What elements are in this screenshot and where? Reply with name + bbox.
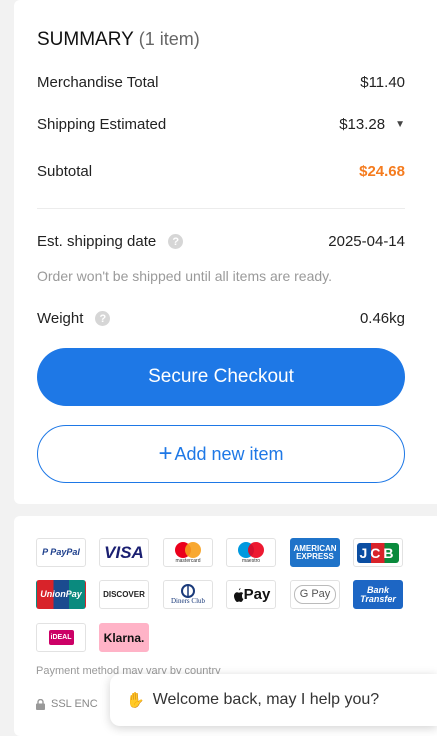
maestro-circles-icon: [238, 542, 264, 558]
maestro-label: maestro: [241, 558, 261, 564]
add-new-item-button[interactable]: + Add new item: [37, 425, 405, 483]
diners-club-icon: [181, 584, 195, 598]
discover-logo: DISCOVER: [99, 580, 149, 609]
jcb-label: JCB: [357, 542, 399, 563]
amex-logo: AMERICAN EXPRESS: [290, 538, 340, 567]
google-pay-label: G Pay: [293, 585, 337, 604]
apple-pay-label: Pay: [243, 586, 271, 603]
weight-row: Weight ? 0.46kg: [37, 310, 405, 327]
shipping-label: Shipping Estimated: [37, 116, 167, 133]
apple-pay-logo: Pay: [226, 580, 276, 609]
help-icon[interactable]: ?: [95, 311, 111, 326]
shipping-value: $13.28: [339, 116, 386, 133]
merchandise-value: $11.40: [360, 74, 405, 91]
weight-label-group: Weight ?: [37, 310, 111, 327]
maestro-logo: maestro: [226, 538, 276, 567]
summary-heading: SUMMARY: [37, 29, 134, 50]
divider: [37, 208, 405, 209]
summary-title: SUMMARY (1 item): [37, 29, 200, 51]
summary-card: SUMMARY (1 item) Merchandise Total $11.40…: [14, 0, 437, 504]
mastercard-circles-icon: [175, 542, 201, 558]
secure-checkout-button[interactable]: Secure Checkout: [37, 348, 405, 406]
plus-icon: +: [158, 440, 173, 467]
shipping-row[interactable]: Shipping Estimated $13.28 ▼: [37, 116, 405, 133]
ideal-logo: iDEAL: [36, 623, 86, 652]
subtotal-value: $24.68: [359, 163, 405, 180]
add-new-item-label: Add new item: [174, 443, 284, 464]
shipping-value-group[interactable]: $13.28 ▼: [339, 116, 405, 133]
merchandise-label: Merchandise Total: [37, 74, 159, 91]
ideal-label: iDEAL: [48, 630, 74, 645]
apple-icon: [233, 587, 244, 602]
google-pay-logo: G Pay: [290, 580, 340, 609]
ssl-label: SSL ENC: [51, 698, 98, 710]
klarna-logo: Klarna.: [99, 623, 149, 652]
shipping-date-label-group: Est. shipping date ?: [37, 233, 184, 250]
weight-value: 0.46kg: [359, 310, 405, 327]
bank-transfer-logo: Bank Transfer: [353, 580, 403, 609]
diners-club-label: Diners Club: [170, 597, 206, 605]
weight-label: Weight: [37, 310, 84, 327]
mastercard-logo: mastercard: [163, 538, 213, 567]
shipping-date-label: Est. shipping date: [37, 233, 157, 250]
visa-logo: VISA: [99, 538, 149, 567]
diners-club-logo: Diners Club: [163, 580, 213, 609]
waving-hand-icon: ✋: [126, 692, 145, 709]
shipping-date-value: 2025-04-14: [328, 233, 405, 250]
shipping-date-row: Est. shipping date ? 2025-04-14: [37, 233, 405, 250]
shipping-note: Order won't be shipped until all items a…: [37, 268, 333, 284]
lock-icon: [36, 698, 45, 710]
subtotal-label: Subtotal: [37, 163, 93, 180]
chat-welcome-bubble[interactable]: ✋ Welcome back, may I help you?: [110, 674, 437, 726]
paypal-logo: P PayPal: [36, 538, 86, 567]
subtotal-row: Subtotal $24.68: [37, 163, 405, 180]
mastercard-label: mastercard: [175, 558, 201, 564]
item-count: (1 item): [138, 29, 200, 49]
merchandise-row: Merchandise Total $11.40: [37, 74, 405, 91]
caret-down-icon[interactable]: ▼: [395, 119, 405, 130]
jcb-logo: JCB: [353, 538, 403, 567]
chat-message: Welcome back, may I help you?: [152, 691, 380, 708]
unionpay-logo: UnionPay: [36, 580, 86, 609]
ssl-badge: SSL ENC: [36, 698, 98, 710]
help-icon[interactable]: ?: [168, 234, 184, 249]
